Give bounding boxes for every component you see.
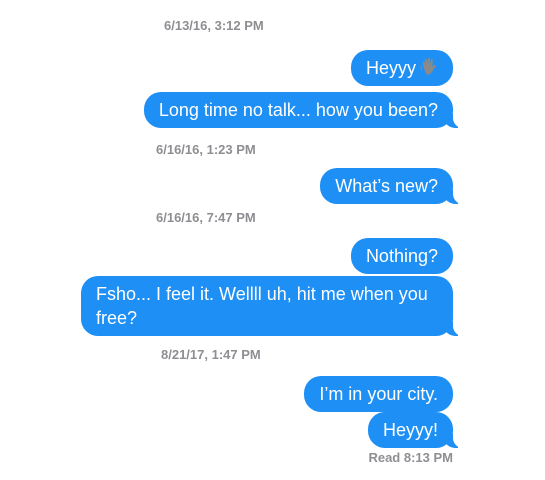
message-text: Heyyy: [365, 58, 416, 78]
message-text: Nothing?: [365, 246, 438, 266]
message-text: Heyyy!: [382, 420, 438, 440]
timestamp: 8/21/17, 1:47 PM: [161, 347, 261, 362]
message-bubble[interactable]: Fsho... I feel it. Wellll uh, hit me whe…: [81, 276, 463, 336]
message-bubble[interactable]: Nothing?: [350, 238, 453, 274]
message-text: Fsho... I feel it. Wellll uh, hit me whe…: [96, 284, 428, 328]
message-text: I’m in your city.: [319, 384, 438, 404]
message-bubble[interactable]: Heyyy!: [367, 412, 464, 448]
message-text: What’s new?: [335, 176, 438, 196]
message-bubble[interactable]: Heyyy: [350, 50, 453, 86]
message-thread[interactable]: 6/13/16, 3:12 PM Heyyy Long time no talk…: [0, 0, 545, 480]
waving-hand-icon: [420, 57, 436, 75]
timestamp: 6/13/16, 3:12 PM: [164, 18, 264, 33]
read-receipt: Read 8:13 PM: [368, 450, 453, 465]
message-text: Long time no talk... how you been?: [158, 100, 438, 120]
message-bubble[interactable]: What’s new?: [320, 168, 463, 204]
timestamp: 6/16/16, 1:23 PM: [156, 142, 256, 157]
message-bubble[interactable]: Long time no talk... how you been?: [143, 92, 464, 128]
message-bubble[interactable]: I’m in your city.: [304, 376, 453, 412]
timestamp: 6/16/16, 7:47 PM: [156, 210, 256, 225]
